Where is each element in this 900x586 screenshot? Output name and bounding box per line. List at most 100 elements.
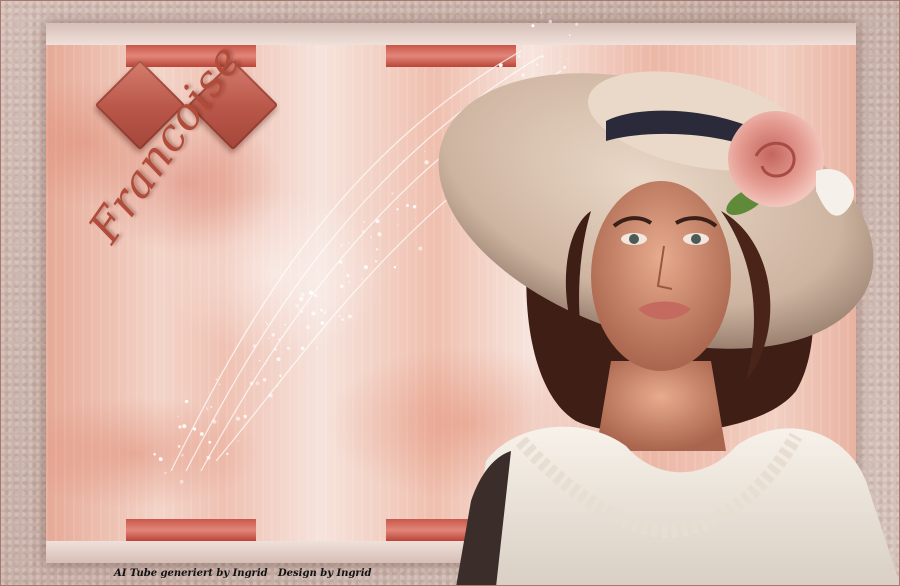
sparkle-dot [396, 208, 399, 211]
sparkle-dot [264, 362, 267, 365]
sparkle-dot [255, 381, 260, 386]
sparkle-dot [361, 278, 363, 280]
sparkle-dot [181, 453, 184, 457]
sparkle-dot [339, 260, 343, 264]
sparkle-dot [377, 232, 382, 237]
sparkle-dot [363, 221, 366, 223]
sparkle-dot [226, 452, 229, 455]
credit-tube-text: AI Tube generiert by Ingrid [114, 568, 268, 579]
sparkle-dot [177, 445, 181, 448]
sparkle-dot [370, 236, 372, 238]
sparkle-dot [567, 58, 569, 60]
sparkle-dot [531, 24, 535, 28]
sparkle-dot [391, 192, 394, 195]
sparkle-dot [375, 219, 380, 224]
sparkle-dot [311, 311, 316, 316]
sparkle-dot [164, 471, 167, 475]
sparkle-dot [300, 310, 304, 314]
sparkle-dot [309, 290, 314, 295]
sparkle-dot [305, 325, 310, 330]
sparkle-dot [568, 34, 571, 36]
sparkle-dot [414, 217, 416, 219]
sparkle-dot [361, 230, 365, 234]
sparkle-dot [268, 337, 270, 339]
sparkle-dot [406, 204, 409, 207]
sparkle-dot [177, 415, 180, 418]
sparkle-dot [252, 344, 257, 348]
credit-design-text: Design by Ingrid [278, 568, 372, 579]
sparkle-dot [249, 381, 254, 386]
sparkle-dot [297, 307, 300, 310]
sparkle-dot [348, 242, 350, 244]
sparkle-dot [575, 22, 579, 26]
sparkle-dot [206, 455, 211, 460]
sparkle-dot [243, 414, 247, 419]
sparkle-dot [258, 359, 261, 362]
sparkle-dot [313, 293, 318, 298]
artwork-canvas: Francoise AI Tube generiert by Ingrid De… [0, 0, 900, 586]
sparkle-dot [279, 374, 282, 377]
sparkle-dot [235, 416, 241, 421]
sparkle-dot [300, 292, 305, 297]
sparkle-dot [548, 19, 553, 24]
sparkle-dot [193, 427, 197, 431]
sparkle-dot [418, 246, 423, 251]
sparkle-dot [184, 399, 189, 404]
sparkle-dot [153, 452, 156, 456]
sparkle-dot [235, 436, 237, 438]
sparkle-dot [206, 408, 209, 411]
sparkle-dot [375, 248, 379, 251]
sparkle-dot [359, 235, 361, 238]
sparkle-dot [282, 351, 284, 353]
sparkle-dot [262, 378, 267, 382]
sparkle-dot [301, 357, 303, 359]
sparkle-dot [266, 360, 268, 362]
sparkle-dot [295, 304, 299, 308]
sparkle-dot [412, 205, 417, 209]
woman-portrait [438, 71, 899, 585]
sparkle-dot [338, 315, 341, 317]
sparkle-dot [340, 244, 344, 247]
sparkle-dot [212, 418, 214, 420]
sparkle-dot [284, 323, 286, 326]
sparkle-dot [347, 314, 352, 319]
sparkle-dot [209, 441, 210, 443]
sparkle-dot [182, 424, 187, 429]
sparkle-dot [348, 280, 350, 283]
sparkle-dot [178, 425, 182, 429]
sparkle-dot [523, 56, 525, 58]
sparkle-dot [199, 432, 204, 436]
sparkle-dot [206, 407, 208, 409]
sparkle-dot [266, 323, 268, 325]
sparkle-dot [393, 266, 397, 269]
sparkle-dot [363, 265, 368, 270]
sparkle-dot [300, 346, 305, 351]
sparkle-dot [541, 55, 544, 58]
sparkle-dot [273, 348, 277, 351]
sparkle-dot [346, 273, 349, 276]
sparkle-dot [277, 338, 281, 341]
sparkle-dot [237, 440, 240, 442]
sparkle-dot [286, 346, 290, 350]
sparkle-dot [268, 393, 273, 398]
sparkle-dot [218, 383, 221, 386]
sparkle-dot [211, 419, 215, 423]
sparkle-dot [540, 12, 543, 14]
sparkle-dot [397, 224, 399, 226]
sparkle-dot [277, 385, 279, 387]
sparkle-dot [215, 378, 218, 381]
sparkle-dot [374, 260, 378, 263]
sparkle-dot [320, 321, 325, 325]
sparkle-dot [402, 160, 404, 162]
sparkle-dot [341, 318, 344, 321]
sparkle-dot [210, 405, 213, 408]
sparkle-dot [158, 457, 163, 461]
sparkle-dot [518, 55, 521, 58]
sparkle-dot [340, 284, 344, 289]
sparkle-dot [252, 373, 254, 375]
sparkle-dot [323, 311, 326, 314]
sparkle-dot [282, 335, 284, 337]
sparkle-dot [316, 347, 319, 349]
sparkle-dot [271, 333, 275, 337]
sparkle-dot [179, 479, 184, 484]
